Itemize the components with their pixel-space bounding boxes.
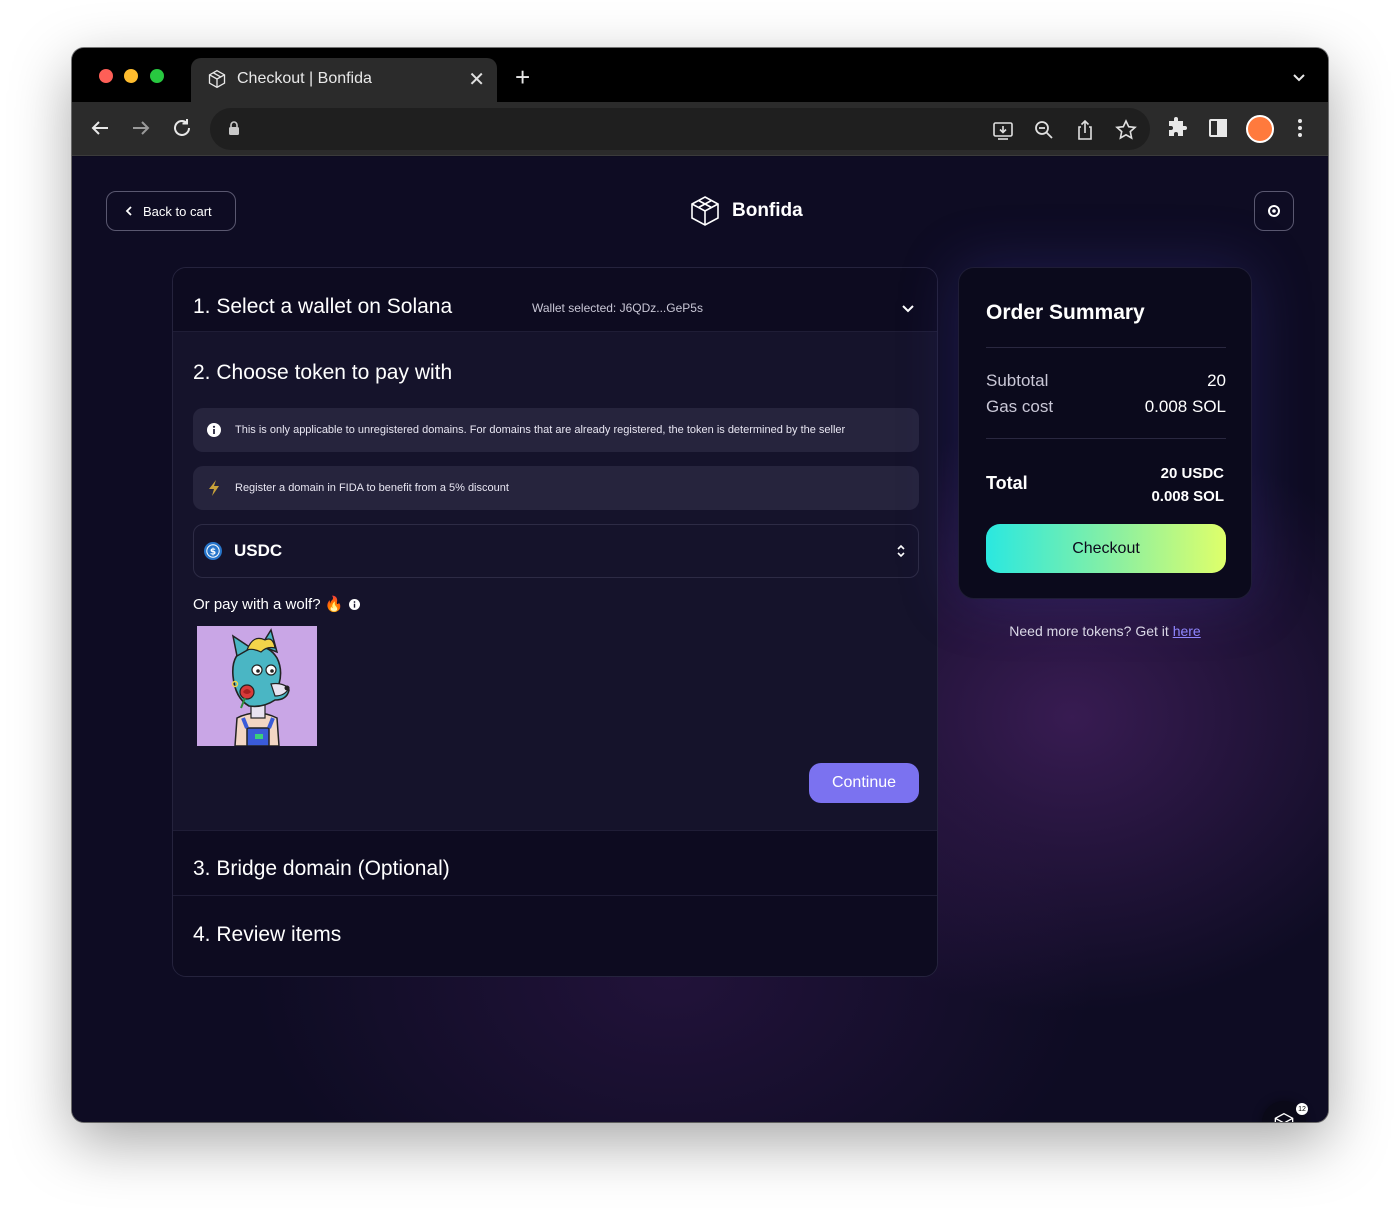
lock-icon — [229, 121, 239, 135]
back-to-cart-button[interactable]: Back to cart — [106, 191, 236, 231]
info-icon — [207, 423, 221, 437]
profile-avatar[interactable] — [1246, 115, 1274, 143]
tab-close-icon[interactable]: ✕ — [468, 67, 485, 92]
install-app-icon[interactable] — [992, 119, 1014, 141]
total-value: 20 USDC 0.008 SOL — [1151, 462, 1224, 508]
token-select[interactable]: $ USDC — [193, 524, 919, 578]
wolf-payment-label: Or pay with a wolf? 🔥 — [193, 595, 361, 613]
gas-cost-row: Gas cost 0.008 SOL — [986, 397, 1226, 417]
continue-button[interactable]: Continue — [809, 763, 919, 803]
subtotal-label: Subtotal — [986, 371, 1049, 390]
browser-menu-icon[interactable] — [1290, 116, 1310, 140]
minimize-window-button[interactable] — [124, 69, 138, 83]
gas-cost-value: 0.008 SOL — [1144, 397, 1226, 416]
svg-text:$: $ — [210, 548, 216, 558]
fida-discount-box: Register a domain in FIDA to benefit fro… — [193, 466, 919, 510]
gear-icon — [1268, 205, 1280, 217]
step1-title: 1. Select a wallet on Solana — [193, 295, 453, 318]
step-select-wallet[interactable]: 1. Select a wallet on Solana Wallet sele… — [173, 268, 937, 332]
more-tokens-text: Need more tokens? Get it — [1009, 623, 1173, 639]
address-bar[interactable] — [210, 108, 1150, 150]
extensions-puzzle-icon[interactable] — [1165, 116, 1189, 140]
step2-title: 2. Choose token to pay with — [193, 361, 453, 384]
reload-icon[interactable] — [170, 116, 194, 140]
settings-button[interactable] — [1254, 191, 1294, 231]
checkout-steps-card: 1. Select a wallet on Solana Wallet sele… — [172, 267, 938, 977]
brand-name: Bonfida — [732, 200, 803, 221]
step3-title: 3. Bridge domain (Optional) — [193, 857, 450, 880]
chevron-left-icon — [125, 206, 132, 216]
get-tokens-link[interactable]: here — [1173, 623, 1201, 639]
close-window-button[interactable] — [99, 69, 113, 83]
token-info-box: This is only applicable to unregistered … — [193, 408, 919, 452]
select-caret-icon — [897, 544, 905, 558]
forward-arrow-icon[interactable] — [129, 116, 153, 140]
tab-title: Checkout | Bonfida — [237, 70, 372, 87]
step-bridge-domain[interactable]: 3. Bridge domain (Optional) — [173, 830, 937, 896]
token-info-text: This is only applicable to unregistered … — [235, 424, 846, 436]
side-panel-icon[interactable] — [1206, 116, 1230, 140]
chevron-down-icon[interactable] — [901, 303, 915, 313]
wolf-label-text: Or pay with a wolf? 🔥 — [193, 596, 344, 613]
divider — [986, 347, 1226, 348]
subtotal-value: 20 — [1207, 371, 1226, 390]
subtotal-row: Subtotal 20 — [986, 371, 1226, 391]
wolf-illustration — [197, 626, 317, 746]
new-tab-button[interactable]: + — [515, 62, 530, 93]
total-usdc: 20 USDC — [1160, 465, 1224, 482]
tab-checkout[interactable]: Checkout | Bonfida ✕ — [191, 58, 497, 102]
bookmark-star-icon[interactable] — [1115, 119, 1137, 141]
step-review-items[interactable]: 4. Review items — [173, 896, 937, 976]
step4-title: 4. Review items — [193, 923, 342, 946]
brand-logo[interactable]: Bonfida — [690, 195, 803, 227]
info-icon[interactable] — [349, 598, 361, 610]
gas-cost-label: Gas cost — [986, 397, 1054, 416]
back-to-cart-label: Back to cart — [143, 203, 212, 219]
cart-count-badge: 12 — [1296, 1103, 1308, 1115]
bonfida-cube-icon — [1274, 1112, 1294, 1122]
more-tokens-note: Need more tokens? Get it here — [958, 623, 1252, 639]
token-select-value: USDC — [234, 541, 283, 560]
total-sol: 0.008 SOL — [1151, 488, 1224, 505]
bonfida-favicon-icon — [208, 69, 226, 89]
tab-strip: Checkout | Bonfida ✕ + — [72, 48, 1328, 102]
browser-toolbar — [72, 102, 1328, 156]
wolf-nft-image[interactable] — [197, 626, 317, 746]
bonfida-logo-icon — [691, 196, 719, 226]
share-icon[interactable] — [1074, 119, 1096, 141]
total-label: Total — [986, 473, 1028, 493]
tab-search-chevron-icon[interactable] — [1290, 68, 1308, 86]
checkout-button[interactable]: Checkout — [986, 524, 1226, 573]
order-summary-card: Order Summary Subtotal 20 Gas cost 0.008… — [958, 267, 1252, 599]
wallet-selected-text: Wallet selected: J6QDz...GeP5s — [532, 301, 703, 315]
fida-discount-text: Register a domain in FIDA to benefit fro… — [235, 482, 509, 494]
divider — [986, 438, 1226, 439]
usdc-coin-icon: $ — [204, 542, 222, 560]
maximize-window-button[interactable] — [150, 69, 164, 83]
order-summary-title: Order Summary — [986, 301, 1145, 324]
checkout-page: Back to cart Bonfida 1. Select a wallet … — [72, 157, 1328, 1122]
zoom-icon[interactable] — [1033, 119, 1055, 141]
lightning-icon — [209, 480, 219, 496]
browser-window: Checkout | Bonfida ✕ + Back to cart Bonf… — [72, 48, 1328, 1122]
back-arrow-icon[interactable] — [88, 116, 112, 140]
